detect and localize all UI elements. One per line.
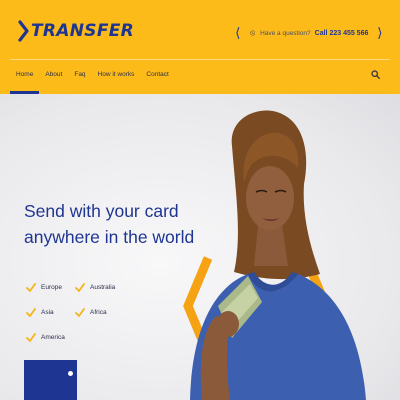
question-text: Have a question? — [260, 29, 311, 37]
hero-headline: Send with your card anywhere in the worl… — [24, 198, 204, 250]
checkmark-icon — [75, 283, 85, 292]
nav-about[interactable]: About — [39, 66, 68, 94]
cta-dot-icon — [68, 371, 73, 376]
checkmark-icon — [75, 308, 85, 317]
nav-faq[interactable]: Faq — [68, 66, 91, 94]
checkmark-icon — [26, 283, 36, 292]
phone-icon — [249, 30, 255, 36]
country-africa: Africa — [90, 309, 107, 316]
list-item: America — [26, 333, 65, 342]
logo[interactable]: TRANSFER — [18, 18, 134, 44]
main-nav: Home About Faq How it works Contact — [10, 66, 175, 94]
site-header: TRANSFER Have a question? Call 223 455 5… — [0, 0, 400, 94]
checkmark-icon — [26, 308, 36, 317]
brand-name: TRANSFER — [31, 21, 135, 41]
phone-number[interactable]: Call 223 455 566 — [315, 30, 369, 37]
bracket-right-icon — [378, 27, 382, 39]
headline-line-1: Send with your card — [24, 201, 179, 221]
nav-home[interactable]: Home — [10, 66, 40, 94]
list-item: Europe — [26, 283, 62, 292]
hero-woman-image — [183, 110, 366, 400]
country-america: America — [41, 334, 65, 341]
search-icon[interactable] — [371, 70, 380, 79]
checkmark-icon — [26, 333, 36, 342]
bracket-left-icon — [236, 27, 240, 39]
cta-button[interactable] — [24, 360, 77, 400]
hero-section: Send with your card anywhere in the worl… — [0, 94, 400, 400]
country-australia: Australia — [90, 284, 116, 291]
nav-how-it-works[interactable]: How it works — [92, 66, 141, 94]
nav-contact[interactable]: Contact — [140, 66, 174, 94]
list-item: Asia — [26, 308, 54, 317]
country-asia: Asia — [41, 309, 54, 316]
country-europe: Europe — [41, 284, 62, 291]
list-item: Australia — [75, 283, 115, 292]
header-divider — [10, 59, 390, 60]
headline-line-2: anywhere in the world — [24, 227, 195, 247]
list-item: Africa — [75, 308, 107, 317]
contact-box: Have a question? Call 223 455 566 — [236, 18, 382, 48]
logo-chevron-icon — [18, 20, 29, 42]
